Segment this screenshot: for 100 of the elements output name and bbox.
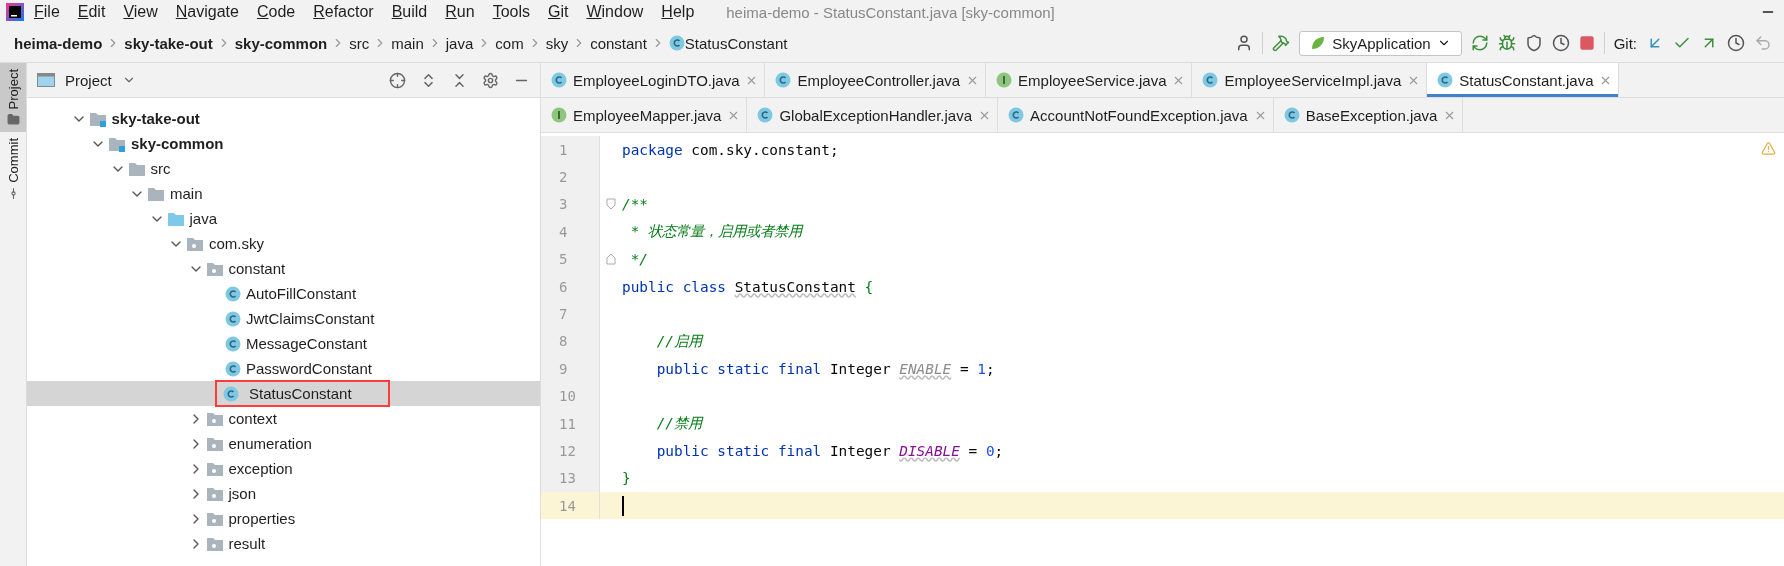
menu-item[interactable]: Help	[653, 3, 703, 21]
tree-row[interactable]: src	[27, 156, 540, 181]
rerun-icon[interactable]	[1470, 34, 1489, 52]
tree-item-label: main	[170, 185, 203, 202]
tab-label: EmployeeMapper.java	[573, 106, 722, 124]
hammer-icon[interactable]	[1272, 34, 1291, 52]
line-number: 11	[541, 409, 599, 438]
breadcrumb[interactable]: constant	[590, 34, 647, 52]
editor-tab[interactable]: GlobalExceptionHandler.java	[747, 98, 999, 132]
tree-item-label: src	[150, 160, 171, 177]
tool-window-tab[interactable]: Project	[0, 63, 26, 133]
breadcrumb[interactable]: sky	[545, 34, 569, 52]
tree-item-label: result	[228, 535, 266, 552]
breadcrumb[interactable]: heima-demo	[14, 34, 103, 52]
folder-icon	[166, 210, 185, 227]
editor-tab[interactable]: BaseException.java	[1273, 98, 1464, 132]
panel-icon	[37, 73, 55, 87]
tree-row[interactable]: json	[27, 481, 540, 506]
menu-item[interactable]: Run	[437, 3, 483, 21]
stop-icon[interactable]	[1578, 35, 1595, 51]
breadcrumb[interactable]: StatusConstant	[684, 34, 788, 52]
profiler-icon[interactable]	[1551, 34, 1570, 52]
editor-tab[interactable]: StatusConstant.java	[1427, 63, 1620, 97]
line-number: 3	[541, 190, 599, 219]
tab-label: BaseException.java	[1305, 106, 1438, 124]
folder-icon	[6, 113, 20, 127]
line-number: 12	[541, 437, 599, 465]
menu-item[interactable]: Window	[578, 3, 652, 21]
tree-row[interactable]: exception	[27, 456, 540, 481]
line-number: 2	[541, 163, 599, 191]
tree-row[interactable]: enumeration	[27, 431, 540, 456]
editor-tab[interactable]: EmployeeMapper.java	[541, 98, 748, 132]
bug-icon[interactable]	[1497, 34, 1516, 52]
menu-item[interactable]: Refactor	[305, 3, 382, 21]
class-icon	[1202, 72, 1219, 88]
tree-row[interactable]: PasswordConstant	[27, 356, 540, 381]
line-number: 13	[541, 464, 599, 493]
menu-item[interactable]: Edit	[69, 3, 114, 21]
breadcrumb[interactable]: java	[445, 34, 474, 52]
selected-tree-row[interactable]: StatusConstant	[27, 381, 540, 406]
text-caret	[622, 495, 624, 516]
coverage-icon[interactable]	[1524, 34, 1543, 52]
editor-tab[interactable]: AccountNotFoundException.java	[998, 98, 1274, 132]
editor-tab[interactable]: EmployeeLoginDTO.java	[541, 63, 766, 97]
line-number: 6	[541, 272, 599, 301]
history-icon[interactable]	[1727, 34, 1745, 52]
tree-item-label: sky-take-out	[111, 110, 200, 127]
tree-row[interactable]: sky-take-out	[27, 106, 540, 131]
class-icon	[1437, 72, 1454, 88]
tree-item-label: AutoFillConstant	[246, 285, 357, 302]
tree-item-label: JwtClaimsConstant	[246, 310, 375, 327]
tree-row[interactable]: java	[27, 206, 540, 231]
tree-row[interactable]: context	[27, 406, 540, 431]
editor-tab[interactable]: EmployeeService.java	[986, 63, 1193, 97]
tree-row[interactable]: MessageConstant	[27, 331, 540, 356]
tab-label: EmployeeLoginDTO.java	[573, 71, 740, 89]
tree-row[interactable]: JwtClaimsConstant	[27, 306, 540, 331]
breadcrumb[interactable]: src	[349, 34, 370, 52]
package-icon	[205, 535, 224, 552]
menu-item[interactable]: Build	[383, 3, 436, 21]
menu-item[interactable]: View	[115, 3, 166, 21]
menu-item[interactable]: Navigate	[167, 3, 247, 21]
line-number: 4	[541, 218, 599, 246]
panel-title[interactable]: Project	[65, 71, 112, 89]
tree-row[interactable]: sky-common	[27, 131, 540, 156]
tree-row[interactable]: result	[27, 531, 540, 556]
menu-item[interactable]: Tools	[484, 3, 538, 21]
menu-item[interactable]: File	[26, 3, 68, 21]
class-icon	[223, 385, 239, 402]
package-icon	[205, 260, 224, 277]
line-number: 9	[541, 355, 599, 383]
class-icon	[225, 335, 241, 352]
spring-leaf-icon	[1310, 35, 1327, 51]
breadcrumb[interactable]: sky-common	[234, 34, 328, 52]
interface-icon	[551, 107, 567, 123]
tree-item-label: constant	[228, 260, 286, 277]
editor-tab[interactable]: EmployeeController.java	[765, 63, 987, 97]
breadcrumb[interactable]: com	[495, 34, 524, 52]
tool-window-tab[interactable]: Commit	[0, 132, 26, 207]
tree-row[interactable]: com.sky	[27, 231, 540, 256]
settings-icon[interactable]	[482, 71, 499, 89]
tree-row[interactable]: properties	[27, 506, 540, 531]
run-configuration-dropdown[interactable]: SkyApplication	[1299, 30, 1462, 56]
code-text: public static final Integer ENABLE = 1;	[655, 360, 995, 377]
class-icon	[668, 35, 685, 51]
menu-item[interactable]: Git	[540, 3, 577, 21]
locate-icon[interactable]	[389, 71, 406, 89]
breadcrumb[interactable]: main	[391, 34, 424, 52]
tree-row[interactable]: AutoFillConstant	[27, 281, 540, 306]
class-icon	[225, 360, 241, 377]
tree-row[interactable]: constant	[27, 256, 540, 281]
module-icon	[88, 110, 107, 127]
tree-row[interactable]: main	[27, 181, 540, 206]
code-text: public static final Integer DISABLE = 0;	[655, 443, 1004, 459]
code-text: public class StatusConstant {	[622, 278, 874, 295]
line-number: 10	[541, 382, 599, 410]
class-icon	[775, 72, 792, 88]
menu-item[interactable]: Code	[248, 3, 304, 21]
class-icon	[225, 285, 241, 302]
breadcrumb[interactable]: sky-take-out	[124, 34, 213, 52]
